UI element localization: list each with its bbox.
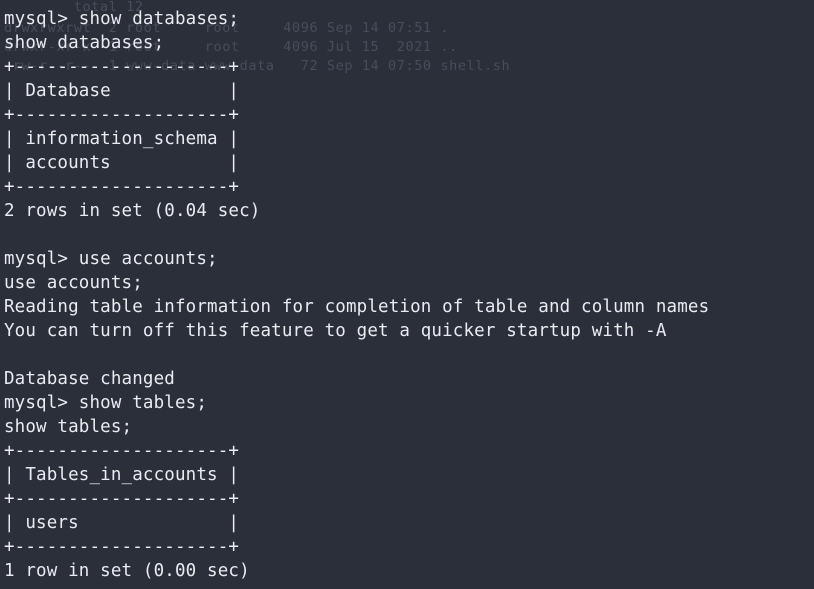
terminal-line-echo: show tables; (4, 417, 133, 437)
terminal-line-row: | Database | (4, 81, 240, 101)
terminal-line-row: | Tables_in_accounts | (4, 465, 240, 485)
terminal-window[interactable]: total 12 drwxrwxrwt 2 root root 4096 Sep… (0, 0, 814, 589)
terminal-line-status: 1 row in set (0.00 sec) (4, 561, 250, 581)
terminal-line-prompt: mysql> show tables; (4, 393, 208, 413)
terminal-line-status: Database changed (4, 369, 175, 389)
terminal-line-rule: +--------------------+ (4, 537, 240, 557)
terminal-line-echo: use accounts; (4, 273, 143, 293)
terminal-line-rule: +--------------------+ (4, 105, 240, 125)
terminal-line-rule: +--------------------+ (4, 441, 240, 461)
terminal-line-rule: +--------------------+ (4, 177, 240, 197)
terminal-line-row: | users | (4, 513, 240, 533)
terminal-line-row: | accounts | (4, 153, 240, 173)
terminal-line-prompt: mysql> show databases; (4, 9, 240, 29)
terminal-output[interactable]: mysql> show databases; show databases; +--… (0, 0, 814, 583)
terminal-line-rule: +--------------------+ (4, 489, 240, 509)
terminal-line-row: | information_schema | (4, 129, 240, 149)
terminal-line-rule: +--------------------+ (4, 57, 240, 77)
terminal-line-notice: Reading table information for completion… (4, 297, 710, 317)
terminal-line-echo: show databases; (4, 33, 165, 53)
terminal-line-status: 2 rows in set (0.04 sec) (4, 201, 261, 221)
terminal-line-prompt: mysql> use accounts; (4, 249, 218, 269)
terminal-line-notice: You can turn off this feature to get a q… (4, 321, 667, 341)
